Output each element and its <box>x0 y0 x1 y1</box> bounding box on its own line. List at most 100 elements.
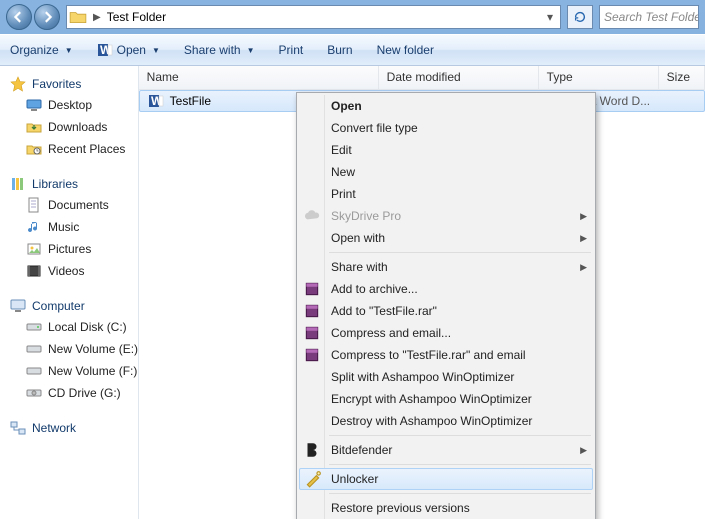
favorites-header[interactable]: Favorites <box>4 74 134 94</box>
arrow-right-icon <box>41 11 53 23</box>
sidebar-item-label: CD Drive (G:) <box>48 386 121 400</box>
folder-icon <box>69 8 87 26</box>
arrow-left-icon <box>13 11 25 23</box>
context-separator <box>329 493 591 494</box>
network-header[interactable]: Network <box>4 418 134 438</box>
burn-label: Burn <box>327 43 352 57</box>
desktop-icon <box>26 97 42 113</box>
drive-icon <box>26 319 42 335</box>
libraries-label: Libraries <box>32 177 78 191</box>
computer-header[interactable]: Computer <box>4 296 134 316</box>
column-date[interactable]: Date modified <box>379 66 539 89</box>
nav-pane: Favorites Desktop Downloads Recent Place… <box>0 66 139 519</box>
ctx-print[interactable]: Print <box>299 183 593 205</box>
organize-menu[interactable]: Organize ▼ <box>10 43 73 57</box>
address-bar[interactable]: ▶ Test Folder ▾ <box>66 5 561 29</box>
winrar-icon <box>303 346 321 364</box>
winrar-icon <box>303 280 321 298</box>
organize-label: Organize <box>10 43 59 57</box>
ctx-convert[interactable]: Convert file type <box>299 117 593 139</box>
network-group: Network <box>4 418 134 438</box>
libraries-header[interactable]: Libraries <box>4 174 134 194</box>
ctx-add-archive[interactable]: Add to archive... <box>299 278 593 300</box>
ctx-openwith[interactable]: Open with▶ <box>299 227 593 249</box>
sidebar-item-music[interactable]: Music <box>4 216 134 238</box>
ctx-destroy[interactable]: Destroy with Ashampoo WinOptimizer <box>299 410 593 432</box>
ctx-sharewith[interactable]: Share with▶ <box>299 256 593 278</box>
nav-buttons <box>6 4 60 30</box>
ctx-new[interactable]: New <box>299 161 593 183</box>
context-menu: Open Convert file type Edit New Print Sk… <box>296 92 596 519</box>
forward-button[interactable] <box>34 4 60 30</box>
sidebar-item-label: New Volume (E:) <box>48 342 138 356</box>
downloads-icon <box>26 119 42 135</box>
sidebar-item-localdisk-c[interactable]: Local Disk (C:) <box>4 316 134 338</box>
sidebar-item-volume-f[interactable]: New Volume (F:) <box>4 360 134 382</box>
word-doc-icon: W <box>148 93 164 109</box>
ctx-compress-email[interactable]: Compress and email... <box>299 322 593 344</box>
submenu-arrow-icon: ▶ <box>580 445 587 456</box>
sidebar-item-recent[interactable]: Recent Places <box>4 138 134 160</box>
refresh-icon <box>573 10 587 24</box>
videos-icon <box>26 263 42 279</box>
cd-drive-icon <box>26 385 42 401</box>
ctx-bitdefender[interactable]: Bitdefender▶ <box>299 439 593 461</box>
ctx-restore[interactable]: Restore previous versions <box>299 497 593 519</box>
breadcrumb-separator-icon[interactable]: ▶ <box>89 12 105 23</box>
new-folder-button[interactable]: New folder <box>377 43 434 57</box>
drive-icon <box>26 341 42 357</box>
sidebar-item-documents[interactable]: Documents <box>4 194 134 216</box>
ctx-add-rar[interactable]: Add to "TestFile.rar" <box>299 300 593 322</box>
computer-icon <box>10 298 26 314</box>
print-button[interactable]: Print <box>279 43 304 57</box>
submenu-arrow-icon: ▶ <box>580 262 587 273</box>
sidebar-item-label: Downloads <box>48 120 107 134</box>
ctx-split[interactable]: Split with Ashampoo WinOptimizer <box>299 366 593 388</box>
share-menu[interactable]: Share with ▼ <box>184 43 255 57</box>
address-row: ▶ Test Folder ▾ Search Test Folder <box>0 0 705 34</box>
sidebar-item-label: New Volume (F:) <box>48 364 137 378</box>
sidebar-item-volume-e[interactable]: New Volume (E:) <box>4 338 134 360</box>
drive-icon <box>26 363 42 379</box>
address-dropdown[interactable]: ▾ <box>542 10 558 24</box>
column-name[interactable]: Name <box>139 66 379 89</box>
bitdefender-icon <box>303 441 321 459</box>
submenu-arrow-icon: ▶ <box>580 233 587 244</box>
unlocker-icon <box>304 470 322 488</box>
sidebar-item-pictures[interactable]: Pictures <box>4 238 134 260</box>
network-label: Network <box>32 421 76 435</box>
sidebar-item-label: Desktop <box>48 98 92 112</box>
share-label: Share with <box>184 43 241 57</box>
refresh-button[interactable] <box>567 5 593 29</box>
sidebar-item-videos[interactable]: Videos <box>4 260 134 282</box>
column-size[interactable]: Size <box>659 66 705 89</box>
sidebar-item-desktop[interactable]: Desktop <box>4 94 134 116</box>
new-folder-label: New folder <box>377 43 434 57</box>
open-label: Open <box>117 43 146 57</box>
sidebar-item-cddrive-g[interactable]: CD Drive (G:) <box>4 382 134 404</box>
star-icon <box>10 76 26 92</box>
column-type[interactable]: Type <box>539 66 659 89</box>
music-icon <box>26 219 42 235</box>
chevron-down-icon: ▼ <box>247 46 255 55</box>
chevron-down-icon: ▼ <box>65 46 73 55</box>
sidebar-item-label: Recent Places <box>48 142 125 156</box>
breadcrumb-item[interactable]: Test Folder <box>105 10 168 24</box>
sidebar-item-downloads[interactable]: Downloads <box>4 116 134 138</box>
open-menu[interactable]: W Open ▼ <box>97 42 160 58</box>
context-separator <box>329 435 591 436</box>
libraries-group: Libraries Documents Music Pictures Video… <box>4 174 134 282</box>
search-input[interactable]: Search Test Folder <box>599 5 699 29</box>
ctx-unlocker[interactable]: Unlocker <box>299 468 593 490</box>
ctx-edit[interactable]: Edit <box>299 139 593 161</box>
burn-button[interactable]: Burn <box>327 43 352 57</box>
computer-group: Computer Local Disk (C:) New Volume (E:)… <box>4 296 134 404</box>
explorer-window: ▶ Test Folder ▾ Search Test Folder Organ… <box>0 0 705 519</box>
ctx-skydrive[interactable]: SkyDrive Pro▶ <box>299 205 593 227</box>
context-separator <box>329 252 591 253</box>
ctx-open[interactable]: Open <box>299 95 593 117</box>
ctx-compress-rar-email[interactable]: Compress to "TestFile.rar" and email <box>299 344 593 366</box>
back-button[interactable] <box>6 4 32 30</box>
network-icon <box>10 420 26 436</box>
ctx-encrypt[interactable]: Encrypt with Ashampoo WinOptimizer <box>299 388 593 410</box>
